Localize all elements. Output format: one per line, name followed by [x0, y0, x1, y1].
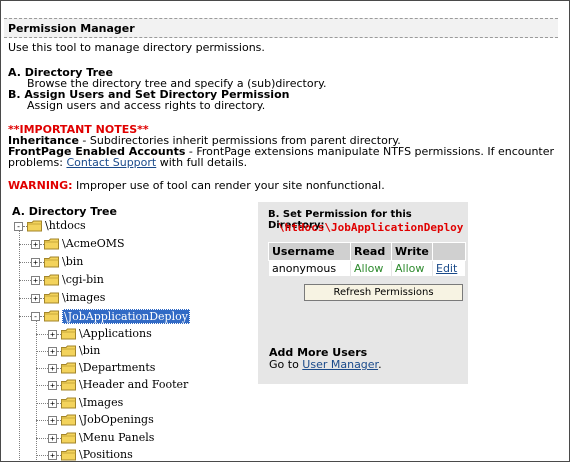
selected-directory-path: \htdocs\JobApplicationDeploy	[278, 221, 464, 234]
tree-node-level1[interactable]: \images	[62, 291, 105, 304]
tree-connector	[19, 316, 31, 317]
expand-icon[interactable]: +	[48, 416, 57, 425]
frontpage-note-line2: problems: Contact Support with full deta…	[8, 156, 247, 169]
tree-connector	[36, 420, 48, 421]
folder-icon	[44, 256, 60, 268]
tree-connector	[36, 351, 48, 352]
row-read: Allow	[350, 260, 392, 277]
folder-icon	[44, 292, 60, 304]
go-to-line: Go to User Manager.	[269, 358, 382, 371]
folder-icon	[61, 414, 77, 426]
column-edit	[432, 242, 466, 261]
row-username: anonymous	[268, 260, 351, 277]
expand-icon[interactable]: +	[31, 258, 40, 267]
tree-connector	[36, 334, 48, 335]
folder-icon	[61, 432, 77, 444]
tree-node-level1[interactable]: \JobApplicationDeploy	[62, 309, 190, 324]
folder-icon	[61, 345, 77, 357]
column-username: Username	[268, 242, 351, 261]
tree-node-level2[interactable]: \JobOpenings	[79, 413, 154, 426]
warning-label: WARNING:	[8, 179, 73, 192]
frontpage-text2-post: with full details.	[156, 156, 248, 169]
folder-icon	[61, 362, 77, 374]
step-b-desc: Assign users and access rights to direct…	[27, 99, 266, 112]
edit-link[interactable]: Edit	[436, 262, 457, 275]
column-write: Write	[391, 242, 433, 261]
tree-connector	[36, 385, 48, 386]
row-edit-cell: Edit	[432, 260, 466, 277]
permission-table-header: Username Read Write	[268, 242, 466, 261]
tree-connector	[19, 262, 31, 263]
title-bar: Permission Manager	[4, 18, 558, 38]
tree-connector	[19, 230, 20, 460]
tree-node-level1[interactable]: \AcmeOMS	[62, 237, 125, 250]
column-read: Read	[350, 242, 392, 261]
expand-icon[interactable]: +	[48, 434, 57, 443]
warning-text: Improper use of tool can render your sit…	[72, 179, 385, 192]
expand-icon[interactable]: +	[48, 399, 57, 408]
tree-node-level1[interactable]: \cgi-bin	[62, 273, 104, 286]
tree-connector	[19, 280, 31, 281]
go-to-suffix: .	[378, 358, 382, 371]
tree-node-htdocs[interactable]: \htdocs	[45, 219, 86, 232]
contact-support-link[interactable]: Contact Support	[66, 156, 156, 169]
tree-connector	[36, 403, 48, 404]
permission-panel: B. Set Permission for this Directory: \h…	[258, 202, 468, 384]
tree-node-level2[interactable]: \bin	[79, 344, 100, 357]
folder-icon	[44, 310, 60, 322]
intro-text: Use this tool to manage directory permis…	[8, 41, 265, 54]
expand-icon[interactable]: +	[31, 276, 40, 285]
tree-connector	[36, 455, 48, 456]
tree-connector	[36, 320, 37, 460]
table-row: anonymous Allow Allow Edit	[268, 260, 466, 277]
folder-icon	[61, 397, 77, 409]
tree-connector	[19, 298, 31, 299]
permission-table: Username Read Write anonymous Allow Allo…	[268, 242, 466, 277]
row-write: Allow	[391, 260, 433, 277]
expand-icon[interactable]: +	[48, 381, 57, 390]
frontpage-text2-pre: problems:	[8, 156, 67, 169]
expand-icon[interactable]: +	[48, 451, 57, 460]
expand-icon[interactable]: +	[31, 240, 40, 249]
tree-connector	[36, 438, 48, 439]
expand-icon[interactable]: +	[31, 294, 40, 303]
folder-icon	[44, 274, 60, 286]
tree-node-level2[interactable]: \Departments	[79, 361, 155, 374]
folder-icon	[61, 449, 77, 461]
tree-node-level2[interactable]: \Positions	[79, 448, 133, 461]
folder-icon	[61, 328, 77, 340]
tree-node-level2[interactable]: \Header and Footer	[79, 378, 188, 391]
tree-node-level2[interactable]: \Images	[79, 396, 123, 409]
tree-node-level2[interactable]: \Applications	[79, 327, 152, 340]
tree-connector	[36, 368, 48, 369]
tree-node-level2[interactable]: \Menu Panels	[79, 431, 154, 444]
page-title: Permission Manager	[8, 22, 135, 35]
expand-icon[interactable]: +	[48, 330, 57, 339]
folder-icon	[61, 379, 77, 391]
expand-icon[interactable]: +	[48, 347, 57, 356]
expand-icon[interactable]: +	[48, 364, 57, 373]
warning-line: WARNING: Improper use of tool can render…	[8, 179, 385, 192]
directory-tree-title: A. Directory Tree	[12, 205, 117, 218]
folder-icon	[44, 238, 60, 250]
folder-icon	[27, 220, 43, 232]
refresh-permissions-button[interactable]: Refresh Permissions	[304, 284, 463, 301]
tree-connector	[19, 244, 31, 245]
user-manager-link[interactable]: User Manager	[302, 358, 378, 371]
tree-node-level1[interactable]: \bin	[62, 255, 83, 268]
go-to-text: Go to	[269, 358, 303, 371]
